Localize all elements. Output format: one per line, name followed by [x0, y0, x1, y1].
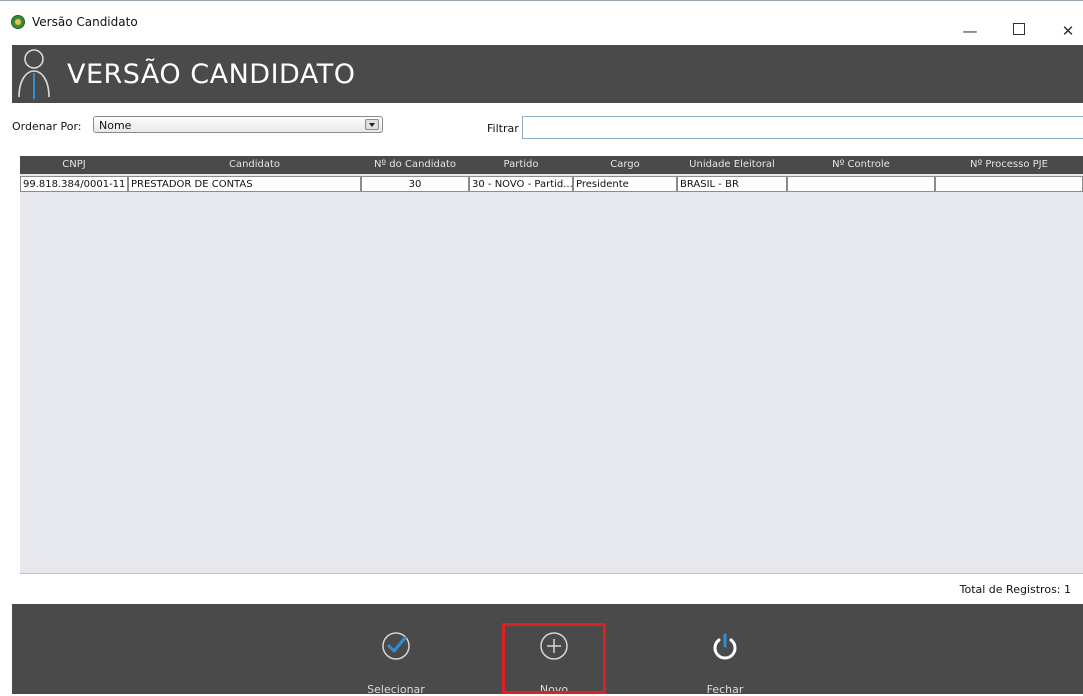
order-by-label: Ordenar Por: [12, 120, 82, 133]
cell-numero-candidato[interactable]: 30 [361, 176, 469, 192]
action-bar: Selecionar Novo Fechar [12, 604, 1083, 696]
column-header-numero-candidato[interactable]: Nº do Candidato [361, 156, 469, 174]
column-header-cargo[interactable]: Cargo [573, 156, 677, 174]
candidates-table: CNPJ Candidato Nº do Candidato Partido C… [20, 156, 1083, 574]
filter-label: Filtrar [487, 122, 519, 135]
column-header-numero-controle[interactable]: Nº Controle [787, 156, 935, 174]
plus-circle-icon [540, 632, 568, 660]
select-button[interactable]: Selecionar [356, 604, 436, 696]
select-button-label: Selecionar [367, 683, 425, 696]
close-button-label: Fechar [706, 683, 744, 696]
maximize-icon [1013, 23, 1025, 35]
table-row[interactable]: 99.818.384/0001-11 PRESTADOR DE CONTAS 3… [20, 176, 1083, 193]
cell-partido[interactable]: 30 - NOVO - Partid... [469, 176, 573, 192]
column-header-unidade-eleitoral[interactable]: Unidade Eleitoral [677, 156, 787, 174]
brasao-app-icon [11, 15, 25, 29]
check-circle-icon [382, 632, 410, 660]
close-window-button[interactable]: ✕ [1053, 19, 1083, 43]
filter-input[interactable] [522, 116, 1083, 139]
window-title: Versão Candidato [32, 15, 138, 29]
column-header-cnpj[interactable]: CNPJ [20, 156, 128, 174]
column-header-numero-processo-pje[interactable]: Nº Processo PJE [935, 156, 1083, 174]
user-icon [18, 49, 50, 99]
maximize-button[interactable] [1004, 19, 1034, 43]
power-icon [713, 633, 737, 660]
column-header-partido[interactable]: Partido [469, 156, 573, 174]
total-records: Total de Registros: 1 [959, 583, 1071, 596]
new-button-label: Novo [539, 683, 569, 696]
column-header-candidato[interactable]: Candidato [128, 156, 381, 174]
order-by-select[interactable]: Nome [93, 116, 383, 133]
cell-numero-processo-pje[interactable] [935, 176, 1083, 192]
cell-candidato[interactable]: PRESTADOR DE CONTAS [128, 176, 361, 192]
window-titlebar: Versão Candidato — ✕ [0, 0, 1083, 45]
table-header: CNPJ Candidato Nº do Candidato Partido C… [20, 156, 1083, 174]
cell-cargo[interactable]: Presidente [573, 176, 677, 192]
cell-cnpj[interactable]: 99.818.384/0001-11 [20, 176, 128, 192]
dropdown-arrow-icon[interactable] [365, 119, 379, 130]
minimize-button[interactable]: — [955, 19, 985, 43]
cell-numero-controle[interactable] [787, 176, 935, 192]
page-header: VERSÃO CANDIDATO [12, 45, 1083, 103]
new-button[interactable]: Novo [514, 604, 594, 696]
close-button[interactable]: Fechar [685, 604, 765, 696]
order-by-value: Nome [99, 119, 132, 132]
cell-unidade-eleitoral[interactable]: BRASIL - BR [677, 176, 787, 192]
page-title: VERSÃO CANDIDATO [67, 59, 356, 90]
